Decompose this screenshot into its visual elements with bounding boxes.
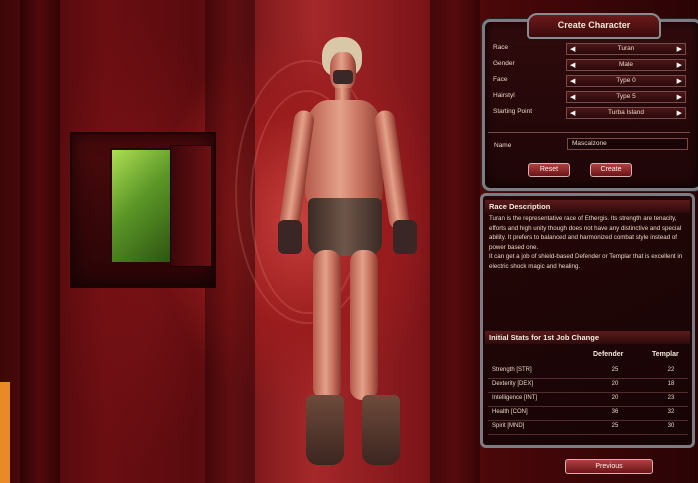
option-value: Male xyxy=(618,61,634,68)
cabinet-door xyxy=(170,145,212,267)
stat-label: Spirit [MND] xyxy=(492,423,525,429)
option-label: Race xyxy=(493,44,509,51)
stat-templar: 18 xyxy=(667,381,675,387)
right-pillar xyxy=(430,0,480,483)
character-right-leg xyxy=(350,250,378,400)
previous-button[interactable]: Previous xyxy=(565,459,653,474)
race-description-paragraph: Turan is the representative race of Ethe… xyxy=(489,215,682,251)
stat-defender: 20 xyxy=(611,395,619,401)
edge-strip xyxy=(0,382,10,483)
character-shorts xyxy=(308,198,382,256)
option-row-face: Face ◀ Type 0 ▶ xyxy=(488,75,688,88)
race-description-text: Turan is the representative race of Ethe… xyxy=(489,214,687,272)
stat-row: Intelligence [INT] 20 23 xyxy=(488,392,688,407)
column-header-templar: Templar xyxy=(652,351,679,358)
stat-label: Dexterity [DEX] xyxy=(492,381,534,387)
name-input[interactable]: Mascalzone xyxy=(567,138,688,150)
stat-defender: 25 xyxy=(611,367,619,373)
character-torso xyxy=(305,100,383,210)
option-row-starting-point: Starting Point ◀ Turba Island ▶ xyxy=(488,107,688,120)
stat-templar: 22 xyxy=(667,367,675,373)
character-left-leg xyxy=(313,250,341,400)
stat-row: Spirit [MND] 25 30 xyxy=(488,420,688,435)
stat-defender: 25 xyxy=(611,423,619,429)
option-row-hairstyle: Hairstyl ◀ Type 5 ▶ xyxy=(488,91,688,104)
column-header-defender: Defender xyxy=(593,351,624,358)
race-description-heading: Race Description xyxy=(485,200,690,213)
option-value: Type 5 xyxy=(616,93,636,100)
arrow-right-icon[interactable]: ▶ xyxy=(677,77,682,86)
option-label: Starting Point xyxy=(493,108,533,115)
stat-row: Dexterity [DEX] 20 18 xyxy=(488,378,688,393)
option-value: Turan xyxy=(617,45,635,52)
create-button[interactable]: Create xyxy=(590,163,632,177)
option-row-gender: Gender ◀ Male ▶ xyxy=(488,59,688,72)
stat-row: Health [CON] 36 32 xyxy=(488,406,688,421)
race-selector: ◀ Turan ▶ xyxy=(566,43,686,55)
initial-stats-heading: Initial Stats for 1st Job Change xyxy=(485,331,690,344)
stat-defender: 20 xyxy=(611,381,619,387)
stat-templar: 30 xyxy=(667,423,675,429)
panel-divider xyxy=(488,132,690,133)
arrow-right-icon[interactable]: ▶ xyxy=(677,93,682,102)
panel-title: Create Character xyxy=(527,13,661,39)
arrow-right-icon[interactable]: ▶ xyxy=(677,61,682,70)
option-label: Gender xyxy=(493,60,515,67)
option-value: Turba Island xyxy=(608,109,644,116)
left-pillar xyxy=(20,0,60,483)
character-mask xyxy=(333,70,353,84)
name-label: Name xyxy=(494,142,512,149)
stat-label: Intelligence [INT] xyxy=(492,395,538,401)
green-glass-panel xyxy=(110,148,176,264)
stat-templar: 32 xyxy=(667,409,675,415)
stat-templar: 23 xyxy=(667,395,675,401)
gender-selector: ◀ Male ▶ xyxy=(566,59,686,71)
reset-button[interactable]: Reset xyxy=(528,163,570,177)
face-selector: ◀ Type 0 ▶ xyxy=(566,75,686,87)
option-label: Face xyxy=(493,76,508,83)
character-right-boot xyxy=(362,395,400,465)
arrow-right-icon[interactable]: ▶ xyxy=(677,109,682,118)
hairstyle-selector: ◀ Type 5 ▶ xyxy=(566,91,686,103)
stat-defender: 36 xyxy=(611,409,619,415)
option-label: Hairstyl xyxy=(493,92,515,99)
starting-point-selector: ◀ Turba Island ▶ xyxy=(566,107,686,119)
character-left-glove xyxy=(278,220,302,254)
option-row-race: Race ◀ Turan ▶ xyxy=(488,43,688,56)
character-left-boot xyxy=(306,395,344,465)
stat-label: Health [CON] xyxy=(492,409,528,415)
character-right-glove xyxy=(393,220,417,254)
arrow-right-icon[interactable]: ▶ xyxy=(677,45,682,54)
stat-row: Strength [STR] 25 22 xyxy=(488,364,688,379)
race-description-paragraph: It can get a job of shield-based Defende… xyxy=(489,253,683,270)
stat-label: Strength [STR] xyxy=(492,367,532,373)
option-value: Type 0 xyxy=(616,77,636,84)
